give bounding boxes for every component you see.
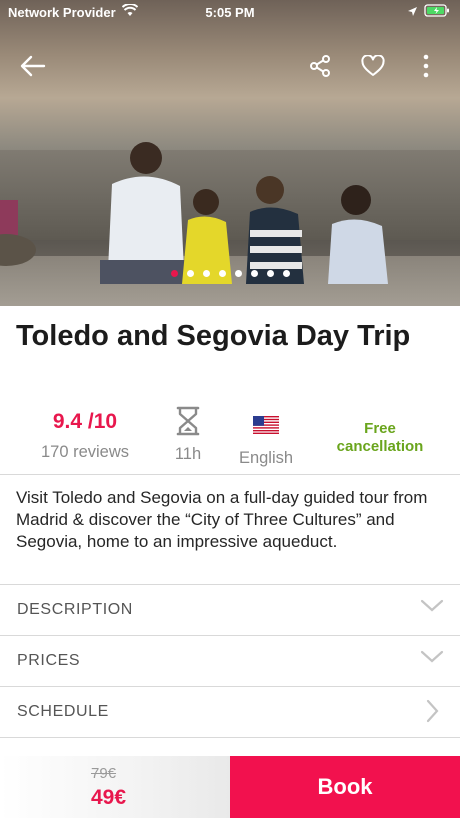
- chevron-down-icon: [420, 650, 444, 669]
- tour-title: Toledo and Segovia Day Trip: [16, 320, 411, 352]
- review-count: 170 reviews: [40, 443, 130, 461]
- more-options-button[interactable]: [408, 50, 444, 86]
- status-time: 5:05 PM: [205, 5, 255, 20]
- share-icon: [308, 54, 332, 83]
- price-box: 79€ 49€: [0, 756, 230, 818]
- description-label: DESCRIPTION: [17, 601, 133, 618]
- hourglass-icon: [175, 406, 201, 441]
- schedule-section[interactable]: SCHEDULE: [0, 687, 460, 737]
- chevron-right-icon: [426, 699, 440, 728]
- rating-block[interactable]: 9.4 /10 170 reviews: [30, 410, 140, 462]
- battery-icon: [424, 4, 450, 20]
- prices-label: PRICES: [17, 652, 81, 669]
- more-vertical-icon: [423, 54, 429, 83]
- heart-icon: [361, 53, 385, 82]
- tour-summary: Visit Toledo and Segovia on a full-day g…: [16, 488, 428, 551]
- divider: [0, 737, 460, 738]
- language-block: English: [228, 416, 304, 468]
- booking-bar: 79€ 49€ Book: [0, 756, 460, 818]
- tour-info-row: 9.4 /10 170 reviews 11h English Free can…: [0, 406, 460, 470]
- us-flag-icon: [253, 416, 279, 439]
- schedule-label: SCHEDULE: [17, 703, 109, 720]
- carousel-dot[interactable]: [186, 270, 194, 277]
- status-bar: Network Provider 5:05 PM: [0, 0, 460, 24]
- share-button[interactable]: [302, 50, 338, 86]
- duration-block: 11h: [168, 406, 208, 464]
- favorite-button[interactable]: [355, 50, 391, 86]
- carousel-dot[interactable]: [218, 270, 226, 277]
- back-arrow-icon: [20, 55, 46, 82]
- description-section[interactable]: DESCRIPTION: [0, 585, 460, 635]
- free-cancellation-label: Free cancellation: [336, 420, 424, 455]
- language-value: English: [238, 449, 294, 467]
- book-button[interactable]: Book: [230, 756, 460, 818]
- carousel-dot[interactable]: [250, 270, 258, 277]
- hero-image[interactable]: Network Provider 5:05 PM: [0, 0, 460, 306]
- carousel-dot[interactable]: [266, 270, 274, 277]
- chevron-down-icon: [420, 599, 444, 618]
- divider: [0, 474, 460, 475]
- location-arrow-icon: [407, 5, 418, 20]
- duration-value: 11h: [174, 445, 202, 463]
- rating-score: 9.4 /10: [52, 410, 118, 433]
- prices-section[interactable]: PRICES: [0, 636, 460, 686]
- carousel-dot[interactable]: [234, 270, 242, 277]
- back-button[interactable]: [15, 50, 51, 86]
- carousel-dot[interactable]: [202, 270, 210, 277]
- original-price: 79€: [91, 765, 117, 782]
- carousel-dot[interactable]: [282, 270, 290, 277]
- carousel-dot-active[interactable]: [170, 270, 178, 277]
- hero-people-illustration: [0, 142, 388, 284]
- current-price: 49€: [91, 786, 127, 809]
- carousel-pagination[interactable]: [0, 270, 460, 277]
